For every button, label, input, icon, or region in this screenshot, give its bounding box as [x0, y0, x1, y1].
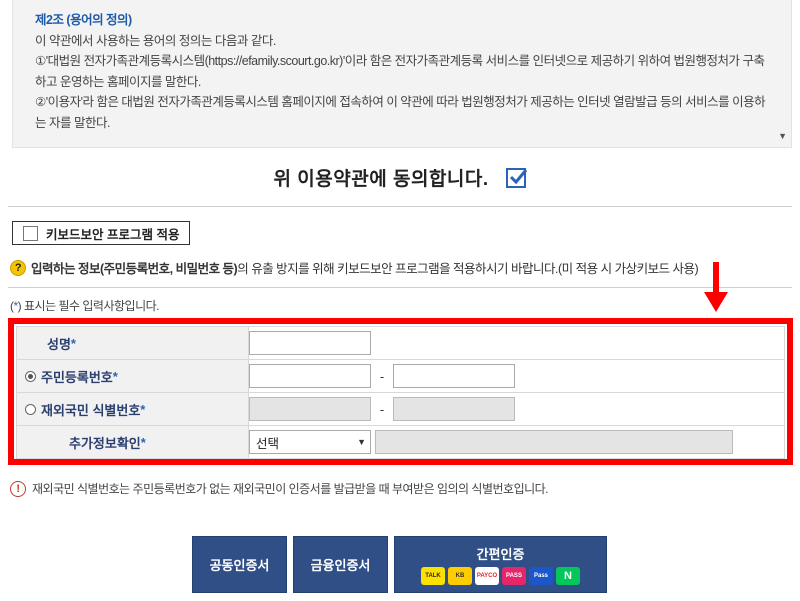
required-star: *: [140, 401, 146, 417]
agree-label: 위 이용약관에 동의합니다.: [273, 169, 489, 190]
terms-line: ②'이용자'라 함은 대법원 전자가족관계등록시스템 홈페이지에 접속하여 이 …: [35, 95, 766, 130]
divider: [8, 287, 792, 288]
rrn-back-input[interactable]: [393, 364, 515, 388]
payco-icon: PAYCO: [475, 567, 499, 585]
rrn-front-input[interactable]: [249, 364, 371, 388]
dash: -: [379, 368, 385, 384]
identity-form: 성명 * 주민등록번호 * - 재외국민 식별번호 * - 추가정보확인 * 선택 ▼: [8, 318, 793, 465]
extra-info-label: 추가정보확인: [69, 435, 141, 451]
question-icon: ?: [10, 259, 26, 276]
extra-info-select[interactable]: 선택 ▼: [249, 430, 371, 454]
keyboard-security-checkbox[interactable]: [23, 225, 38, 241]
rrn-radio[interactable]: [25, 370, 36, 382]
divider: [8, 206, 792, 207]
keyboard-security-label: 키보드보안 프로그램 적용: [46, 227, 180, 242]
keyboard-security-toggle[interactable]: 키보드보안 프로그램 적용: [12, 221, 190, 245]
required-star: *: [70, 335, 76, 351]
dash: -: [379, 401, 385, 417]
required-star: *: [112, 368, 118, 384]
form-row-extra: 추가정보확인 * 선택 ▼: [16, 425, 785, 459]
financial-certificate-button[interactable]: 금융인증서: [293, 536, 388, 593]
foreign-id-front-input: [249, 397, 371, 421]
red-arrow-down-icon: [704, 262, 728, 312]
kb-icon: KB: [448, 567, 472, 585]
joint-certificate-button[interactable]: 공동인증서: [192, 536, 287, 593]
simple-auth-logos: TALK KB PAYCO PASS Pass N: [421, 567, 580, 585]
naver-icon: N: [556, 567, 580, 585]
terms-content: 제2조 (용어의 정의) 이 약관에서 사용하는 용어의 정의는 다음과 같다.…: [35, 10, 775, 133]
terms-section-title: 제2조 (용어의 정의): [35, 13, 132, 27]
notice-bold: 입력하는 정보(주민등록번호, 비밀번호 등): [31, 262, 238, 276]
required-note: (*) 표시는 필수 입력사항입니다.: [10, 299, 160, 313]
agree-checkbox[interactable]: [506, 168, 528, 188]
simple-auth-button[interactable]: 간편인증 TALK KB PAYCO PASS Pass N: [394, 536, 607, 593]
form-row-name: 성명 *: [16, 326, 785, 360]
name-input[interactable]: [249, 331, 371, 355]
financial-certificate-label: 금융인증서: [310, 558, 371, 573]
terms-line: ①'대법원 전자가족관계등록시스템(https://efamily.scourt…: [35, 54, 765, 89]
required-star: *: [140, 434, 146, 450]
samsung-pass-icon: Pass: [529, 567, 553, 585]
form-row-rrn: 주민등록번호 * -: [16, 359, 785, 393]
terms-line: 이 약관에서 사용하는 용어의 정의는 다음과 같다.: [35, 33, 276, 48]
name-label: 성명: [47, 336, 71, 352]
simple-auth-label: 간편인증: [476, 547, 525, 562]
checkmark-icon: [510, 169, 528, 185]
exclamation-icon: !: [10, 480, 26, 497]
foreign-id-info: ! 재외국민 식별번호는 주민등록번호가 없는 재외국민이 인증서를 발급받을 …: [10, 480, 549, 497]
rrn-label: 주민등록번호: [41, 369, 113, 385]
foreign-id-radio[interactable]: [25, 403, 36, 415]
form-row-foreign: 재외국민 식별번호 * -: [16, 392, 785, 426]
kakao-icon: TALK: [421, 567, 445, 585]
notice-text: 의 유출 방지를 위해 키보드보안 프로그램을 적용하시기 바랍니다.(미 적용…: [237, 262, 699, 276]
terms-box[interactable]: 제2조 (용어의 정의) 이 약관에서 사용하는 용어의 정의는 다음과 같다.…: [12, 0, 792, 148]
foreign-id-back-input: [393, 397, 515, 421]
extra-info-input: [375, 430, 733, 454]
joint-certificate-label: 공동인증서: [209, 558, 270, 573]
pass-icon: PASS: [502, 567, 526, 585]
extra-info-select-value: 선택: [256, 436, 280, 451]
foreign-id-info-text: 재외국민 식별번호는 주민등록번호가 없는 재외국민이 인증서를 발급받을 때 …: [32, 482, 549, 496]
scroll-down-icon[interactable]: ▼: [778, 131, 787, 141]
agree-row: 위 이용약관에 동의합니다.: [0, 164, 800, 191]
keyboard-notice: ? 입력하는 정보(주민등록번호, 비밀번호 등) 의 유출 방지를 위해 키보…: [10, 258, 699, 277]
chevron-down-icon: ▼: [357, 437, 366, 447]
foreign-id-label: 재외국민 식별번호: [41, 402, 141, 418]
